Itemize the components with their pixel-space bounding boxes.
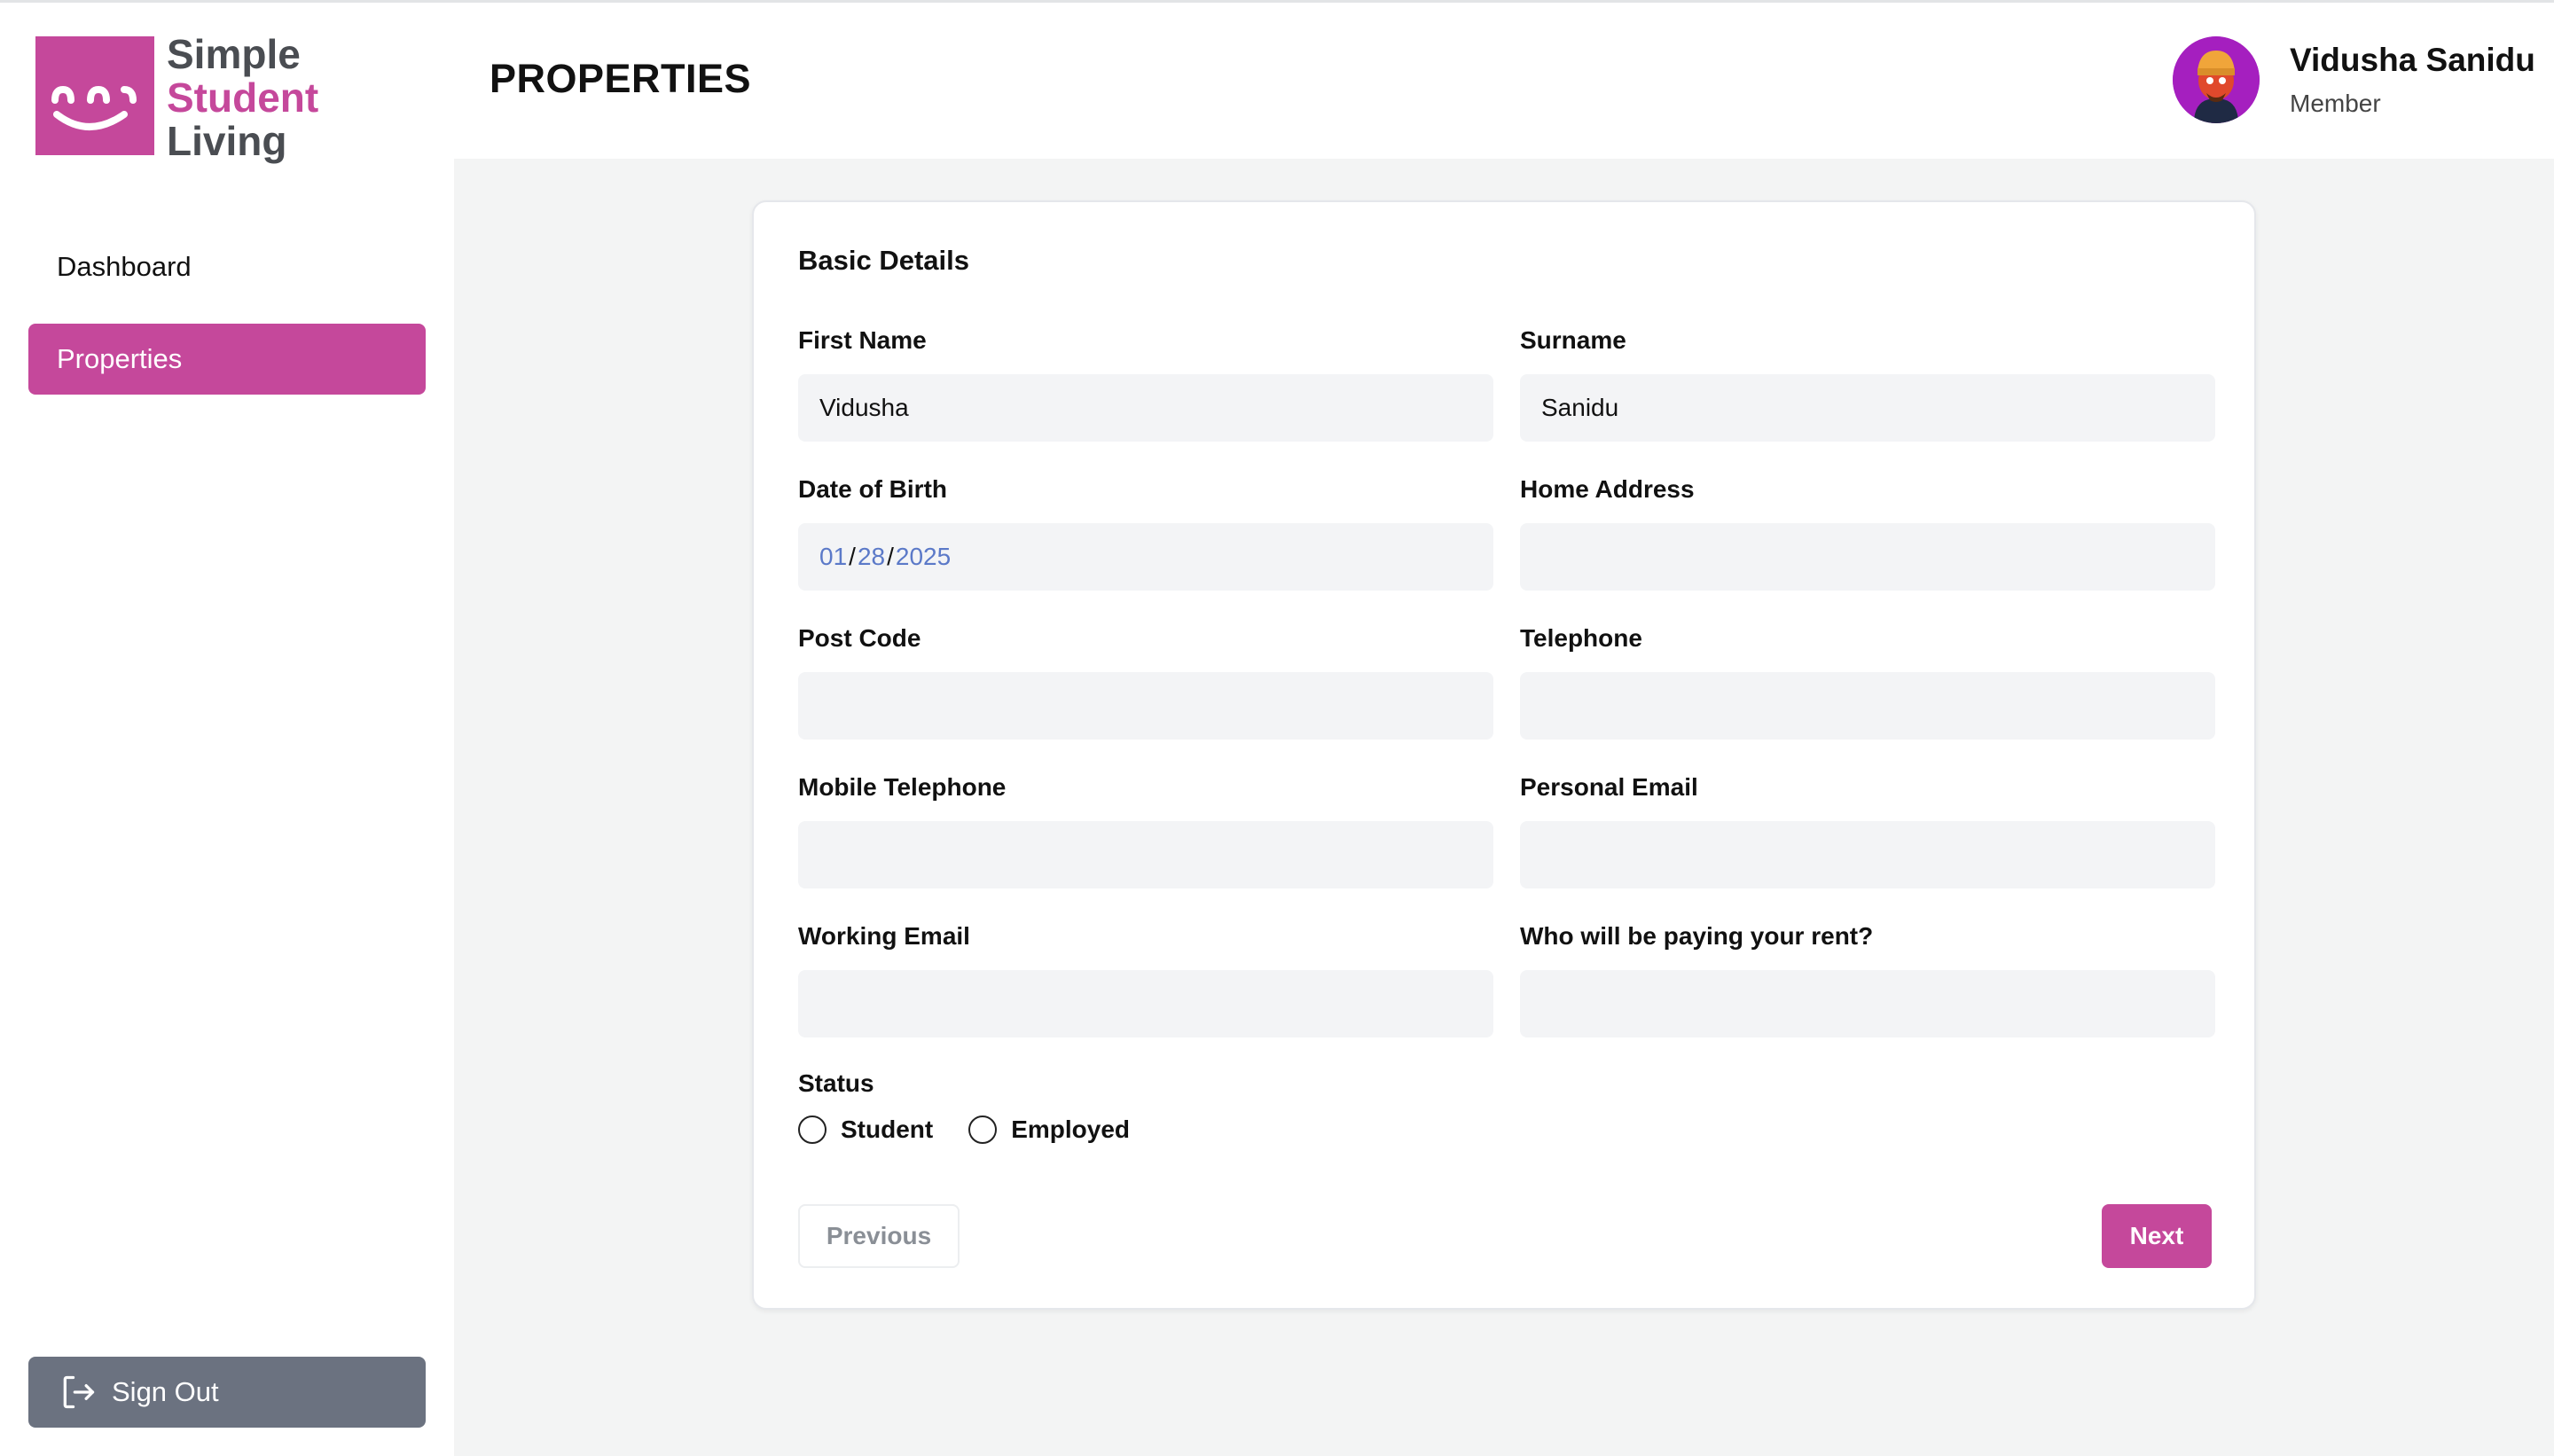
home-address-input[interactable] — [1520, 523, 2215, 591]
working-email-label: Working Email — [798, 922, 970, 950]
telephone-label: Telephone — [1520, 624, 1642, 652]
dob-input[interactable]: 01 / 28 / 2025 — [798, 523, 1493, 591]
dob-day[interactable]: 28 — [858, 543, 885, 571]
surname-label: Surname — [1520, 326, 1626, 354]
post-code-input[interactable] — [798, 672, 1493, 740]
brand-name: Simple Student Living — [167, 33, 318, 163]
radio-button[interactable] — [798, 1115, 827, 1144]
basic-details-card: Basic Details First Name Vidusha Surname… — [752, 200, 2256, 1310]
rent-payer-input[interactable] — [1520, 970, 2215, 1037]
status-option-employed[interactable]: Employed — [968, 1115, 1130, 1144]
user-profile[interactable]: Vidusha Sanidu Member — [2173, 36, 2535, 123]
sign-out-label: Sign Out — [112, 1376, 219, 1407]
brand-line-3: Living — [167, 118, 287, 164]
brand-logo[interactable]: Simple Student Living — [35, 33, 318, 163]
dob-month[interactable]: 01 — [819, 543, 847, 571]
first-name-input[interactable]: Vidusha — [798, 374, 1493, 442]
sign-out-button[interactable]: Sign Out — [28, 1357, 426, 1428]
smile-logo-icon — [35, 36, 154, 155]
working-email-group: Working Email — [798, 920, 1493, 1037]
date-separator: / — [849, 543, 856, 570]
sidebar: Simple Student Living Dashboard Properti… — [0, 3, 454, 1456]
avatar-icon — [2173, 36, 2260, 123]
sidebar-item-label: Dashboard — [57, 251, 192, 282]
user-name: Vidusha Sanidu — [2290, 42, 2535, 78]
first-name-label: First Name — [798, 326, 927, 354]
working-email-input[interactable] — [798, 970, 1493, 1037]
mobile-input[interactable] — [798, 821, 1493, 888]
radio-label: Student — [841, 1115, 934, 1143]
brand-line-2: Student — [167, 74, 319, 121]
rent-payer-label: Who will be paying your rent? — [1520, 922, 1874, 950]
sidebar-nav: Dashboard Properties — [28, 231, 426, 416]
date-separator: / — [887, 543, 894, 570]
section-title: Basic Details — [798, 245, 969, 276]
radio-label: Employed — [1011, 1115, 1131, 1143]
sign-out-icon — [63, 1375, 95, 1409]
dob-year[interactable]: 2025 — [896, 543, 951, 571]
first-name-group: First Name Vidusha — [798, 325, 1493, 442]
dob-group: Date of Birth 01 / 28 / 2025 — [798, 474, 1493, 591]
top-header: PROPERTIES Vidusha Sanidu Member — [454, 3, 2554, 159]
avatar — [2173, 36, 2260, 123]
home-address-label: Home Address — [1520, 475, 1695, 503]
sidebar-item-properties[interactable]: Properties — [28, 324, 426, 395]
status-label: Status — [798, 1069, 874, 1097]
status-radio-group: Student Employed — [798, 1115, 1165, 1144]
sidebar-item-label: Properties — [57, 343, 183, 374]
sidebar-item-dashboard[interactable]: Dashboard — [28, 231, 426, 302]
personal-email-input[interactable] — [1520, 821, 2215, 888]
personal-email-label: Personal Email — [1520, 773, 1698, 801]
home-address-group: Home Address — [1520, 474, 2215, 591]
user-info: Vidusha Sanidu Member — [2290, 42, 2535, 118]
surname-input[interactable]: Sanidu — [1520, 374, 2215, 442]
surname-group: Surname Sanidu — [1520, 325, 2215, 442]
mobile-label: Mobile Telephone — [798, 773, 1007, 801]
status-option-student[interactable]: Student — [798, 1115, 933, 1144]
post-code-label: Post Code — [798, 624, 921, 652]
brand-line-1: Simple — [167, 31, 301, 77]
telephone-input[interactable] — [1520, 672, 2215, 740]
personal-email-group: Personal Email — [1520, 771, 2215, 888]
dob-label: Date of Birth — [798, 475, 947, 503]
telephone-group: Telephone — [1520, 622, 2215, 740]
previous-button[interactable]: Previous — [798, 1204, 960, 1268]
user-role: Member — [2290, 90, 2381, 117]
next-button[interactable]: Next — [2102, 1204, 2212, 1268]
page-title: PROPERTIES — [490, 56, 752, 101]
post-code-group: Post Code — [798, 622, 1493, 740]
radio-button[interactable] — [968, 1115, 998, 1144]
rent-payer-group: Who will be paying your rent? — [1520, 920, 2215, 1037]
mobile-group: Mobile Telephone — [798, 771, 1493, 888]
